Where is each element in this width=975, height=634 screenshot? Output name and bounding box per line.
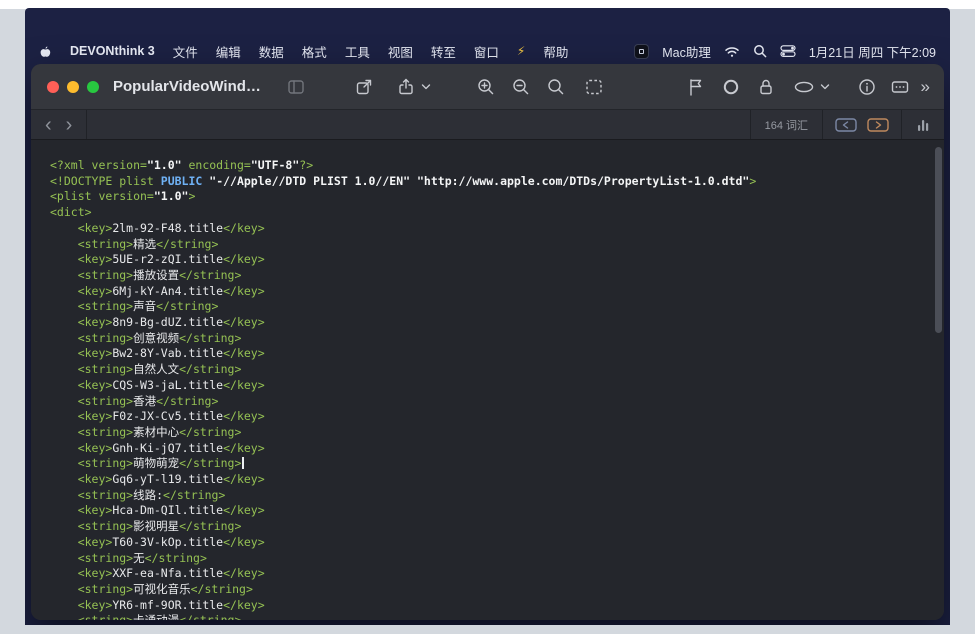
chevron-down-icon[interactable] [421,83,431,91]
code-line: <key>XXF-ea-Nfa.title</key> [50,566,934,582]
zoom-in-icon[interactable] [475,76,497,98]
share-group [395,76,431,98]
zoom-actual-icon[interactable] [545,76,567,98]
menu-item[interactable]: 数据 [259,42,284,61]
open-externally-icon[interactable] [353,76,375,98]
window-toolbar: PopularVideoWind… [31,64,944,110]
scrollbar-thumb[interactable] [935,147,942,333]
code-line: <key>Gq6-yT-l19.title</key> [50,472,934,488]
code-line: <key>T60-3V-kOp.title</key> [50,535,934,551]
menubar-clock[interactable]: 1月21日 周四 下午2:09 [809,42,936,61]
oval-group [792,76,830,98]
circle-icon[interactable] [720,76,742,98]
menu-item[interactable]: 视图 [388,42,413,61]
devonthink-window: PopularVideoWind… [31,64,944,620]
code-line: <key>YR6-mf-9OR.title</key> [50,598,934,614]
code-line: <key>8n9-Bg-dUZ.title</key> [50,315,934,331]
next-tag-icon[interactable] [867,118,889,132]
apple-logo-icon[interactable] [39,44,52,59]
code-line: <string>播放设置</string> [50,268,934,284]
close-button[interactable] [47,81,59,93]
tag-nav [823,118,901,132]
code-line: <plist version="1.0"> [50,189,934,205]
menu-item[interactable]: 转至 [431,42,456,61]
code-line: <key>2lm-92-F48.title</key> [50,221,934,237]
search-icon[interactable] [753,44,767,58]
code-line: <key>5UE-r2-zQI.title</key> [50,252,934,268]
app-badge-icon[interactable] [634,44,649,59]
fullscreen-button[interactable] [87,81,99,93]
code-line: <string>线路:</string> [50,488,934,504]
code-line: <string>素材中心</string> [50,425,934,441]
code-line: <string>香港</string> [50,394,934,410]
chevron-down-icon[interactable] [820,83,830,91]
code-line: <string>卡通动漫</string> [50,613,934,620]
zoom-out-icon[interactable] [510,76,532,98]
dots-panel-icon[interactable] [889,76,911,98]
code-line: <string>声音</string> [50,299,934,315]
editor-content[interactable]: <?xml version="1.0" encoding="UTF-8"?><!… [31,140,944,620]
code-line: <string>影视明星</string> [50,519,934,535]
history-nav: ‹ › [31,114,86,136]
desktop: DEVONthink 3 文件编辑数据格式工具视图转至窗口 ⚡ 帮助 Mac助理 [25,8,950,625]
menubar-status-area: Mac助理 1月21 [634,42,936,61]
code-line: <key>F0z-JX-Cv5.title</key> [50,409,934,425]
forward-icon[interactable]: › [66,114,73,136]
code-line: <string>可视化音乐</string> [50,582,934,598]
code-line: <key>Bw2-8Y-Vab.title</key> [50,346,934,362]
menubar-app-name[interactable]: DEVONthink 3 [70,44,155,58]
sidebar-toggle-icon[interactable] [285,76,307,98]
menu-item[interactable]: 编辑 [216,42,241,61]
divider [86,110,87,139]
lock-icon[interactable] [755,76,777,98]
editor-bar: ‹ › 164 词汇 [31,110,944,140]
word-count: 164 词汇 [751,117,822,133]
text-caret [242,457,244,469]
more-icon[interactable]: » [921,78,930,95]
back-icon[interactable]: ‹ [45,114,52,136]
menu-item-help[interactable]: 帮助 [543,42,568,61]
menu-item[interactable]: 工具 [345,42,370,61]
code-line: <string>精选</string> [50,237,934,253]
code-line: <dict> [50,205,934,221]
menu-item[interactable]: 文件 [173,42,198,61]
code-line: <key>CQS-W3-jaL.title</key> [50,378,934,394]
assistant-label[interactable]: Mac助理 [662,42,711,61]
code-line: <key>Hca-Dm-QIl.title</key> [50,503,934,519]
code-line: <key>6Mj-kY-An4.title</key> [50,284,934,300]
oval-icon[interactable] [792,76,816,98]
menu-items: 文件编辑数据格式工具视图转至窗口 [173,42,499,61]
flag-icon[interactable] [685,76,707,98]
code-line: <?xml version="1.0" encoding="UTF-8"?> [50,158,934,174]
menu-extra-icon[interactable]: ⚡ [517,44,525,58]
code-line: <key>Gnh-Ki-jQ7.title</key> [50,441,934,457]
prev-tag-icon[interactable] [835,118,857,132]
menu-item[interactable]: 窗口 [474,42,499,61]
share-icon[interactable] [395,76,417,98]
control-center-icon[interactable] [780,45,796,57]
code-line: <string>无</string> [50,551,934,567]
menu-item[interactable]: 格式 [302,42,327,61]
code-line: <string>自然人文</string> [50,362,934,378]
code-line: <string>萌物萌宠</string> [50,456,934,472]
concordance-icon[interactable] [902,117,944,133]
selection-icon[interactable] [583,76,605,98]
code-lines: <?xml version="1.0" encoding="UTF-8"?><!… [31,140,934,620]
info-icon[interactable] [856,76,878,98]
menu-bar: DEVONthink 3 文件编辑数据格式工具视图转至窗口 ⚡ 帮助 Mac助理 [25,38,950,64]
wifi-icon[interactable] [724,45,740,58]
window-controls [47,81,99,93]
code-line: <string>创意视频</string> [50,331,934,347]
code-line: <!DOCTYPE plist PUBLIC "-//Apple//DTD PL… [50,174,934,190]
minimize-button[interactable] [67,81,79,93]
window-title: PopularVideoWind… [113,78,261,95]
